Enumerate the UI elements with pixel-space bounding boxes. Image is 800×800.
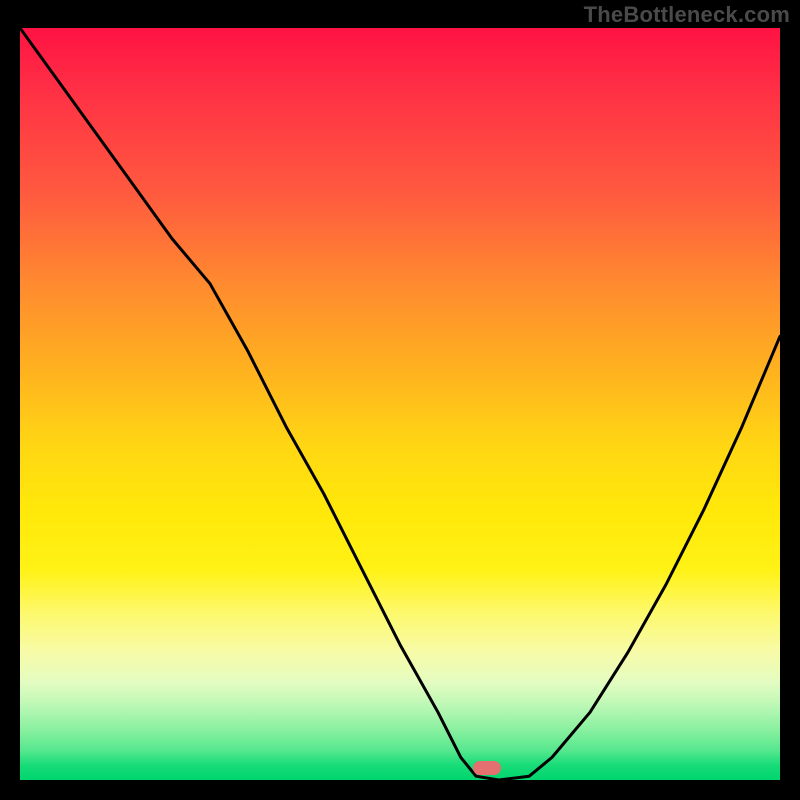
plot-area [20, 28, 780, 780]
curve-path [20, 28, 780, 780]
chart-container: TheBottleneck.com [0, 0, 800, 800]
watermark-text: TheBottleneck.com [584, 2, 790, 28]
optimum-marker [473, 761, 501, 775]
bottleneck-curve [20, 28, 780, 780]
